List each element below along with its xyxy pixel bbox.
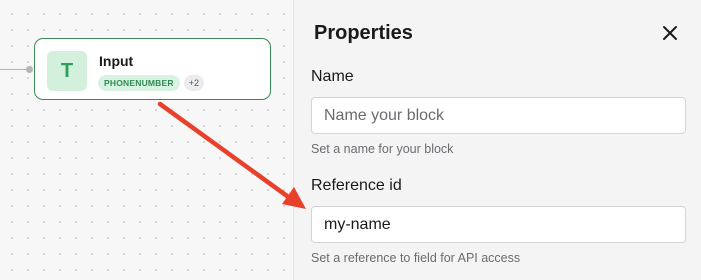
node-tag: PHONENUMBER	[98, 75, 180, 91]
text-input-icon: T	[47, 51, 87, 91]
input-block-node[interactable]: T Input PHONENUMBER +2	[34, 38, 271, 100]
connector-handle[interactable]	[26, 66, 33, 73]
name-input[interactable]	[311, 97, 686, 134]
node-tags: PHONENUMBER +2	[98, 75, 204, 91]
reference-id-help: Set a reference to field for API access	[311, 251, 521, 265]
name-field-help: Set a name for your block	[311, 142, 454, 156]
more-tags-badge[interactable]: +2	[183, 75, 204, 91]
flow-canvas[interactable]: T Input PHONENUMBER +2	[0, 0, 293, 280]
close-icon	[663, 26, 677, 40]
close-button[interactable]	[659, 22, 681, 44]
incoming-connector-line	[0, 69, 28, 70]
properties-panel: Properties Name Set a name for your bloc…	[293, 0, 701, 280]
reference-id-label: Reference id	[311, 177, 402, 194]
panel-title: Properties	[314, 22, 413, 44]
reference-id-input[interactable]	[311, 206, 686, 243]
name-field-label: Name	[311, 68, 354, 85]
node-title: Input	[99, 53, 134, 69]
node-icon-letter: T	[60, 59, 74, 82]
